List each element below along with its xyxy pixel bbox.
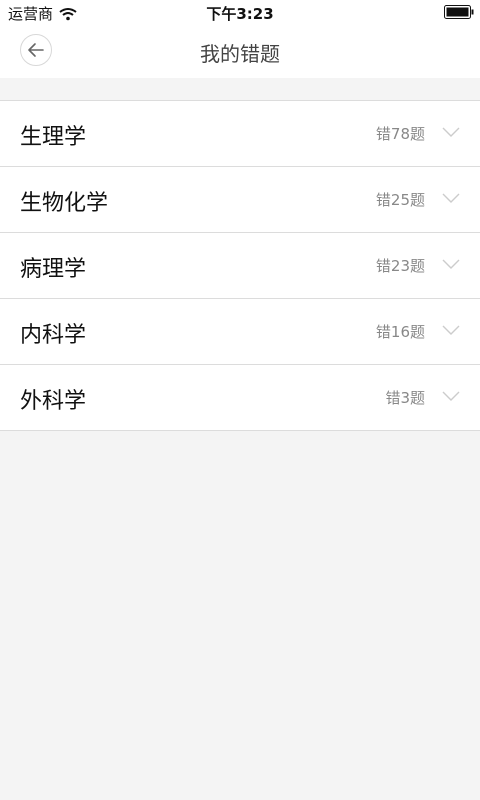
back-button[interactable] — [20, 34, 52, 66]
chevron-down-icon — [442, 193, 460, 203]
wrong-count: 错16题 — [375, 323, 425, 341]
battery-icon — [444, 5, 474, 19]
subject-row[interactable]: 生物化学 错25题 — [0, 167, 480, 233]
carrier: 运营商 — [8, 3, 77, 24]
chevron-down-icon — [442, 127, 460, 137]
nav-bar: 我的错题 — [0, 26, 480, 78]
subject-row[interactable]: 病理学 错23题 — [0, 233, 480, 299]
subject-row[interactable]: 内科学 错16题 — [0, 299, 480, 365]
subject-name: 病理学 — [20, 257, 87, 282]
wrong-count: 错3题 — [385, 389, 425, 407]
page-title: 我的错题 — [200, 42, 280, 66]
subject-name: 生物化学 — [20, 191, 109, 216]
subject-name: 内科学 — [20, 323, 87, 348]
subject-name: 外科学 — [20, 389, 87, 414]
chevron-down-icon — [442, 325, 460, 335]
wrong-count: 错78题 — [375, 125, 425, 143]
chevron-down-icon — [442, 391, 460, 401]
wrong-count: 错23题 — [375, 257, 425, 275]
subject-row[interactable]: 外科学 错3题 — [0, 365, 480, 431]
wifi-icon — [59, 7, 77, 20]
carrier-label: 运营商 — [8, 5, 54, 23]
status-bar: 运营商 下午3:23 — [0, 0, 480, 26]
chevron-down-icon — [442, 259, 460, 269]
subject-name: 生理学 — [20, 125, 87, 150]
arrow-left-icon — [28, 43, 44, 57]
subject-row[interactable]: 生理学 错78题 — [0, 101, 480, 167]
subject-list: 生理学 错78题 生物化学 错25题 病理学 错23题 内科学 错16题 外科学… — [0, 100, 480, 431]
wrong-count: 错25题 — [375, 191, 425, 209]
